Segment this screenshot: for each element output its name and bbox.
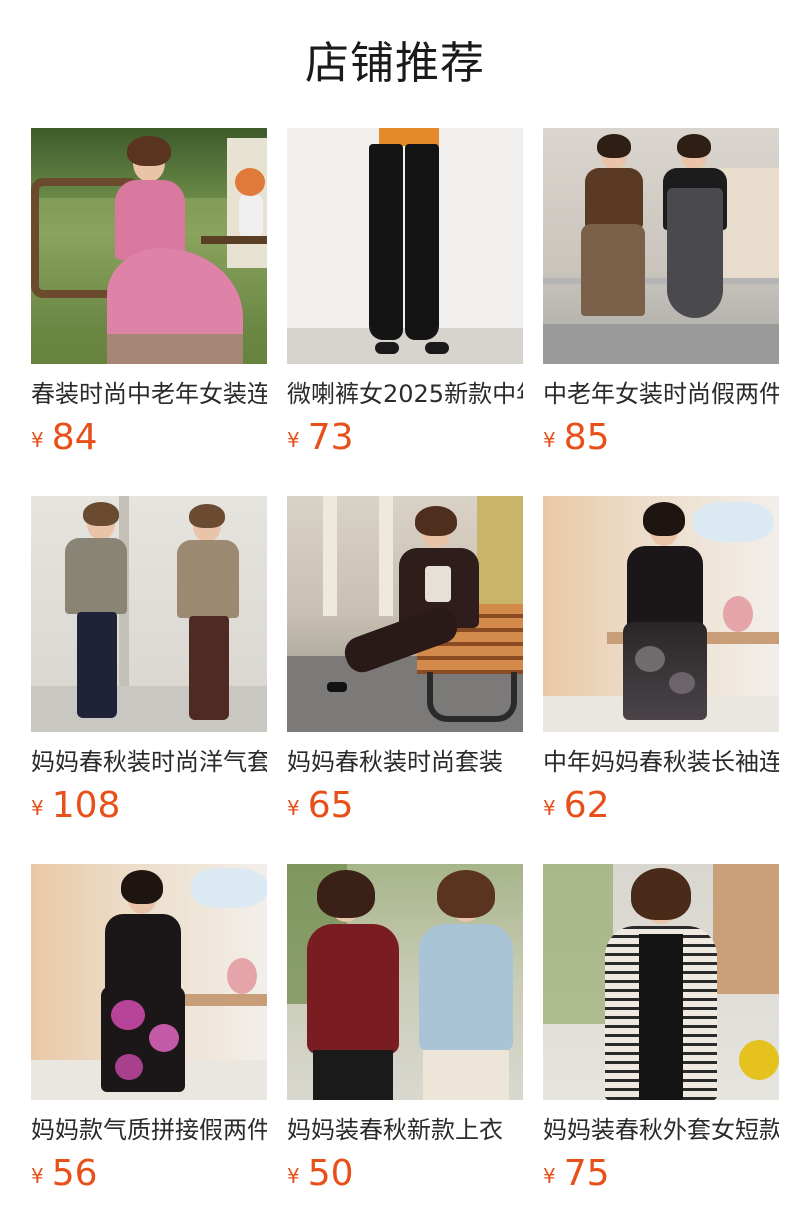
price-value: 85 <box>563 417 610 458</box>
currency-symbol: ¥ <box>543 428 556 452</box>
product-price: ¥65 <box>287 784 354 828</box>
currency-symbol: ¥ <box>287 428 300 452</box>
price-value: 75 <box>563 1153 610 1194</box>
product-name[interactable]: 妈妈装春秋外套女短款 <box>543 1114 779 1146</box>
woman-pink-floral-dress-image[interactable] <box>31 864 267 1100</box>
two-women-printed-tracksuit-image[interactable] <box>31 496 267 732</box>
product-price: ¥108 <box>31 784 120 828</box>
product-card[interactable]: 妈妈款气质拼接假两件 ¥56 <box>31 864 267 1232</box>
product-card[interactable]: 中老年女装时尚假两件 ¥85 <box>543 128 779 496</box>
currency-symbol: ¥ <box>31 428 44 452</box>
woman-velvet-suit-bench-image[interactable] <box>287 496 523 732</box>
product-name[interactable]: 妈妈款气质拼接假两件 <box>31 1114 267 1146</box>
product-price: ¥84 <box>31 416 98 460</box>
woman-tweed-jacket-image[interactable] <box>543 864 779 1100</box>
woman-pink-lace-dress-garden-image[interactable] <box>31 128 267 364</box>
product-card[interactable]: 妈妈装春秋外套女短款 ¥75 <box>543 864 779 1232</box>
currency-symbol: ¥ <box>287 796 300 820</box>
product-name[interactable]: 微喇裤女2025新款中年 <box>287 378 523 410</box>
price-value: 62 <box>563 785 610 826</box>
currency-symbol: ¥ <box>543 1164 556 1188</box>
product-price: ¥73 <box>287 416 354 460</box>
product-price: ¥62 <box>543 784 610 828</box>
price-value: 56 <box>51 1153 98 1194</box>
two-women-bow-blouse-image[interactable] <box>287 864 523 1100</box>
product-card[interactable]: 妈妈春秋装时尚套装 ¥65 <box>287 496 523 864</box>
product-name[interactable]: 妈妈春秋装时尚洋气套装 <box>31 746 267 778</box>
price-value: 50 <box>307 1153 354 1194</box>
currency-symbol: ¥ <box>543 796 556 820</box>
product-name[interactable]: 中年妈妈春秋装长袖连衣裙 <box>543 746 779 778</box>
page-title: 店铺推荐 <box>305 38 485 89</box>
currency-symbol: ¥ <box>31 1164 44 1188</box>
woman-black-floral-dress-image[interactable] <box>543 496 779 732</box>
two-women-vest-dress-image[interactable] <box>543 128 779 364</box>
product-card[interactable]: 妈妈春秋装时尚洋气套装 ¥108 <box>31 496 267 864</box>
product-card[interactable]: 微喇裤女2025新款中年 ¥73 <box>287 128 523 496</box>
product-name[interactable]: 妈妈春秋装时尚套装 <box>287 746 523 778</box>
product-price: ¥85 <box>543 416 610 460</box>
price-value: 65 <box>307 785 354 826</box>
product-price: ¥75 <box>543 1152 610 1196</box>
price-value: 108 <box>51 785 121 826</box>
price-value: 84 <box>51 417 98 458</box>
product-name[interactable]: 中老年女装时尚假两件 <box>543 378 779 410</box>
product-card[interactable]: 中年妈妈春秋装长袖连衣裙 ¥62 <box>543 496 779 864</box>
product-name[interactable]: 妈妈装春秋新款上衣 <box>287 1114 523 1146</box>
black-flared-pants-image[interactable] <box>287 128 523 364</box>
product-name[interactable]: 春装时尚中老年女装连衣裙 <box>31 378 267 410</box>
price-value: 73 <box>307 417 354 458</box>
currency-symbol: ¥ <box>287 1164 300 1188</box>
product-card[interactable]: 春装时尚中老年女装连衣裙 ¥84 <box>31 128 267 496</box>
product-grid: 春装时尚中老年女装连衣裙 ¥84 微喇裤女2025新款中年 ¥73 <box>31 128 790 1232</box>
product-card[interactable]: 妈妈装春秋新款上衣 ¥50 <box>287 864 523 1232</box>
product-price: ¥50 <box>287 1152 354 1196</box>
currency-symbol: ¥ <box>31 796 44 820</box>
product-price: ¥56 <box>31 1152 98 1196</box>
